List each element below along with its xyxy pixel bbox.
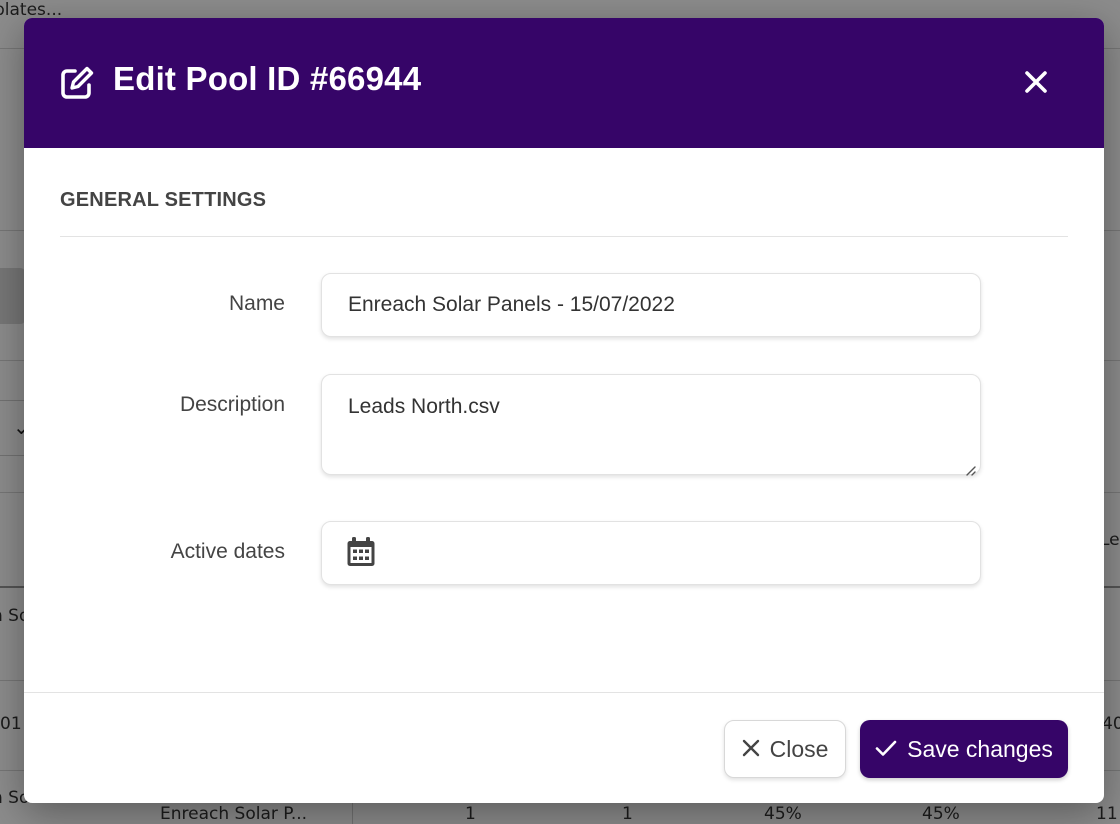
active-dates-field[interactable] [321, 521, 981, 585]
edit-pool-modal: Edit Pool ID #66944 GENERAL SETTINGS Nam… [24, 18, 1104, 803]
resize-handle-icon[interactable] [964, 458, 976, 476]
footer-divider [24, 692, 1104, 693]
name-field-wrapper [321, 273, 981, 337]
close-button-label: Close [769, 735, 829, 762]
description-textarea[interactable]: Leads North.csv [322, 375, 980, 474]
active-dates-label: Active dates [170, 540, 285, 563]
description-field-wrapper: Leads North.csv [321, 374, 981, 476]
close-icon [742, 736, 760, 763]
save-button-label: Save changes [907, 735, 1053, 762]
modal-title: Edit Pool ID #66944 [113, 60, 422, 97]
description-label: Description [179, 393, 285, 416]
edit-icon [59, 65, 95, 101]
section-divider [60, 236, 1068, 237]
calendar-icon[interactable] [346, 536, 376, 568]
close-button[interactable]: Close [724, 720, 846, 778]
name-input[interactable] [322, 274, 980, 336]
section-title: GENERAL SETTINGS [60, 189, 267, 211]
check-icon [875, 736, 897, 763]
name-label: Name [228, 292, 285, 315]
modal-header: Edit Pool ID #66944 [24, 18, 1104, 148]
save-changes-button[interactable]: Save changes [860, 720, 1068, 778]
close-icon[interactable] [1019, 65, 1053, 99]
